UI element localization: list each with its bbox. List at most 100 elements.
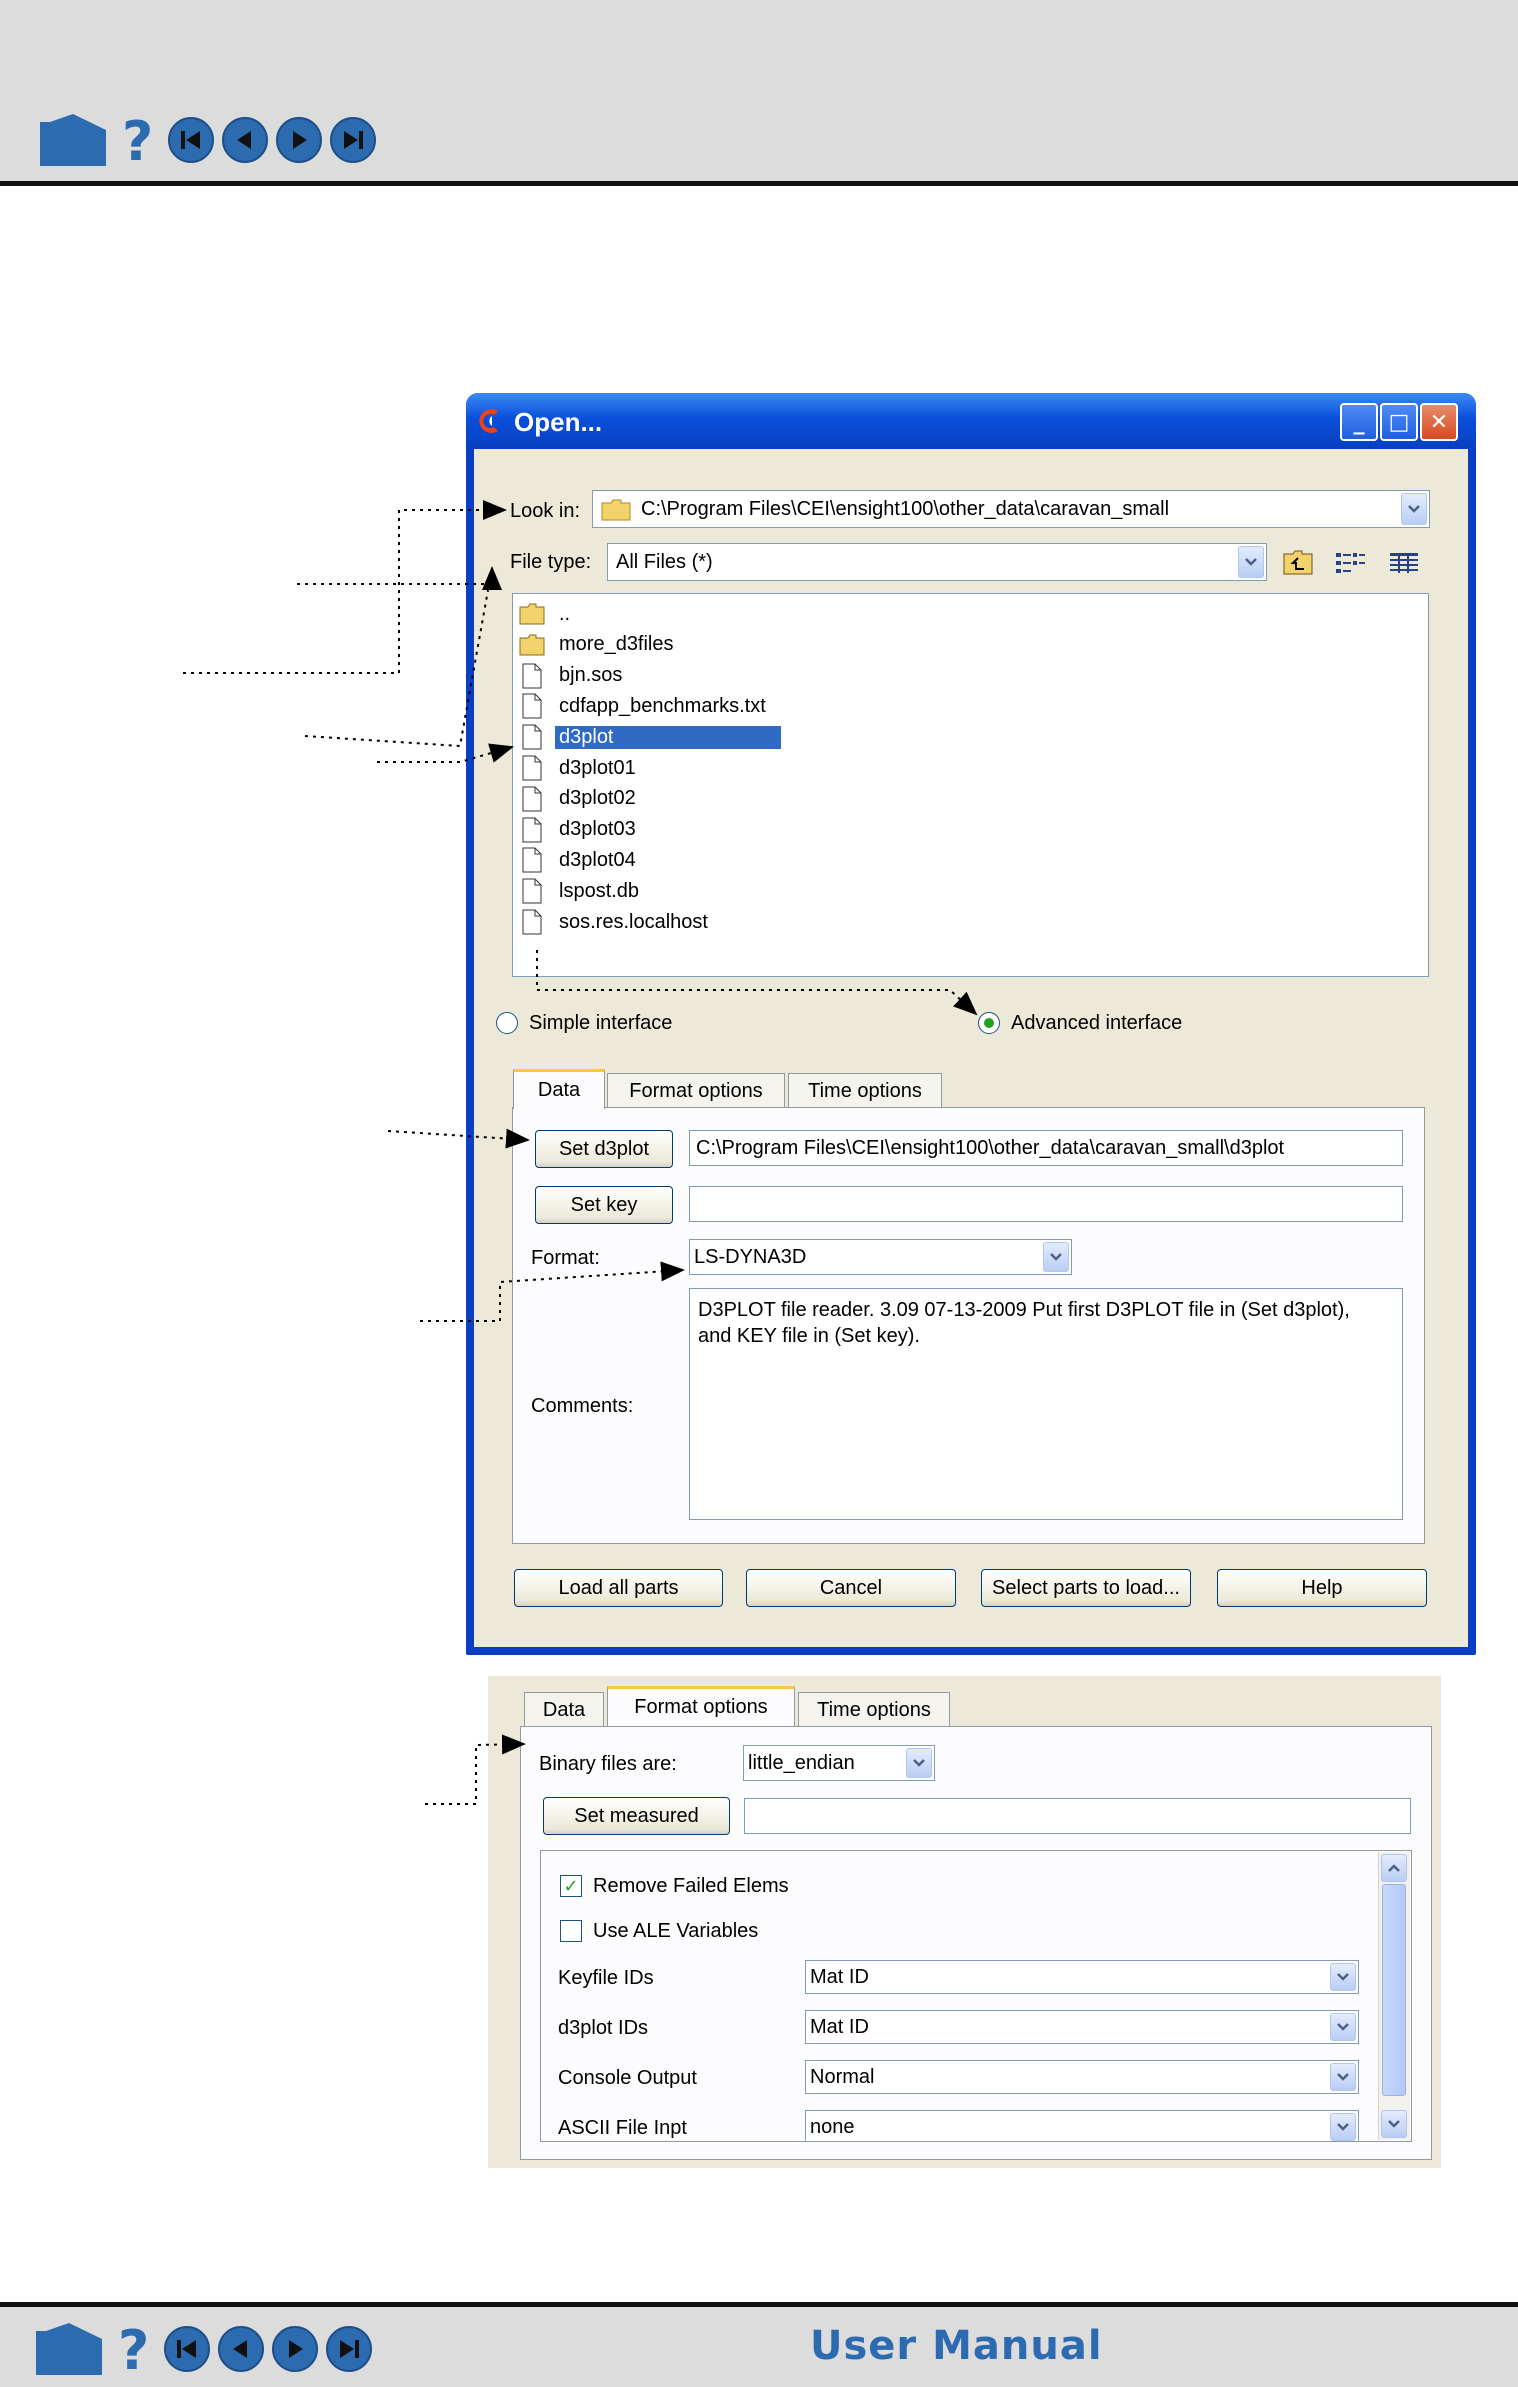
folder-icon bbox=[601, 499, 631, 521]
file-name: more_d3files bbox=[559, 633, 674, 656]
ascii-file-input-combo[interactable]: none bbox=[805, 2110, 1359, 2141]
file-list-item[interactable]: sos.res.localhost bbox=[519, 908, 712, 936]
list-view-icon[interactable] bbox=[1334, 550, 1366, 576]
cancel-button[interactable]: Cancel bbox=[746, 1569, 956, 1607]
d3plot-ids-combo[interactable]: Mat ID bbox=[805, 2010, 1359, 2044]
chevron-down-icon[interactable] bbox=[1401, 493, 1427, 525]
file-type-combo[interactable]: All Files (*) bbox=[607, 543, 1267, 581]
use-ale-variables-label[interactable]: Use ALE Variables bbox=[593, 1920, 758, 1943]
select-parts-button[interactable]: Select parts to load... bbox=[981, 1569, 1191, 1607]
set-measured-button[interactable]: Set measured bbox=[543, 1797, 730, 1835]
tab-data[interactable]: Data bbox=[513, 1069, 605, 1109]
scroll-thumb[interactable] bbox=[1382, 1884, 1406, 2096]
simple-interface-label[interactable]: Simple interface bbox=[529, 1012, 672, 1035]
help-icon[interactable]: ? bbox=[112, 2321, 156, 2377]
home-icon[interactable] bbox=[34, 2321, 104, 2377]
tab-format-options[interactable]: Format options bbox=[607, 1073, 785, 1109]
comments-line: D3PLOT file reader. 3.09 07-13-2009 Put … bbox=[698, 1299, 1350, 1321]
bottom-nav-bar: ? User Manual bbox=[0, 2302, 1518, 2387]
home-icon[interactable] bbox=[38, 112, 108, 168]
chevron-down-icon[interactable] bbox=[1330, 2013, 1356, 2041]
file-name: d3plot04 bbox=[559, 848, 636, 871]
load-all-parts-button[interactable]: Load all parts bbox=[514, 1569, 723, 1607]
file-name: bjn.sos bbox=[559, 664, 623, 687]
remove-failed-elems-checkbox[interactable]: ✓ bbox=[560, 1875, 582, 1897]
next-page-icon[interactable] bbox=[276, 117, 322, 163]
comments-label: Comments: bbox=[531, 1395, 634, 1417]
binary-files-value: little_endian bbox=[748, 1751, 855, 1774]
tab-time-options[interactable]: Time options bbox=[798, 1692, 950, 1728]
maximize-icon: □ bbox=[1388, 409, 1410, 435]
file-icon bbox=[519, 909, 545, 935]
vertical-scrollbar[interactable] bbox=[1378, 1852, 1410, 2140]
ascii-file-input-value: none bbox=[810, 2115, 855, 2138]
file-list[interactable]: .. more_d3files bjn.sos cdfapp_benchmarks.t… bbox=[512, 593, 1429, 977]
file-list-item[interactable]: d3plot bbox=[519, 723, 781, 751]
set-key-button[interactable]: Set key bbox=[535, 1186, 673, 1224]
file-list-item[interactable]: .. bbox=[519, 600, 574, 628]
use-ale-variables-checkbox[interactable] bbox=[560, 1920, 582, 1942]
set-d3plot-button[interactable]: Set d3plot bbox=[535, 1130, 673, 1168]
scroll-up-icon[interactable] bbox=[1381, 1854, 1407, 1882]
file-icon bbox=[519, 847, 545, 873]
chevron-down-icon[interactable] bbox=[1330, 1963, 1356, 1991]
user-manual-label: User Manual bbox=[810, 2323, 1103, 2369]
maximize-button[interactable]: □ bbox=[1380, 403, 1418, 441]
comments-textarea[interactable]: D3PLOT file reader. 3.09 07-13-2009 Put … bbox=[689, 1288, 1403, 1520]
previous-page-icon[interactable] bbox=[222, 117, 268, 163]
help-button[interactable]: Help bbox=[1217, 1569, 1427, 1607]
binary-files-combo[interactable]: little_endian bbox=[743, 1745, 935, 1781]
dialog-title-bar: Open... _ □ ✕ bbox=[466, 393, 1476, 449]
tab-data[interactable]: Data bbox=[524, 1692, 604, 1728]
file-name: d3plot03 bbox=[559, 818, 636, 841]
d3plot-ids-value: Mat ID bbox=[810, 2015, 869, 2038]
scroll-down-icon[interactable] bbox=[1381, 2110, 1407, 2138]
remove-failed-elems-label[interactable]: Remove Failed Elems bbox=[593, 1875, 789, 1898]
chevron-down-icon[interactable] bbox=[1330, 2063, 1356, 2091]
d3plot-ids-label: d3plot IDs bbox=[558, 2017, 649, 2039]
format-combo[interactable]: LS-DYNA3D bbox=[689, 1239, 1072, 1275]
file-list-item[interactable]: bjn.sos bbox=[519, 662, 626, 690]
first-page-icon[interactable] bbox=[164, 2326, 210, 2372]
dialog-title: Open... bbox=[514, 407, 603, 437]
chevron-down-icon[interactable] bbox=[1238, 546, 1264, 578]
d3plot-path-field[interactable]: C:\Program Files\CEI\ensight100\other_da… bbox=[689, 1130, 1403, 1166]
key-path-field[interactable] bbox=[689, 1186, 1403, 1222]
file-icon bbox=[519, 724, 545, 750]
measured-path-field[interactable] bbox=[744, 1798, 1411, 1834]
chevron-down-icon[interactable] bbox=[1043, 1242, 1069, 1272]
file-name: cdfapp_benchmarks.txt bbox=[559, 694, 766, 717]
file-list-item[interactable]: lspost.db bbox=[519, 877, 643, 905]
file-list-item[interactable]: cdfapp_benchmarks.txt bbox=[519, 692, 770, 720]
tab-format-options[interactable]: Format options bbox=[607, 1686, 795, 1726]
look-in-combo[interactable]: C:\Program Files\CEI\ensight100\other_da… bbox=[592, 490, 1430, 528]
console-output-combo[interactable]: Normal bbox=[805, 2060, 1359, 2094]
close-button[interactable]: ✕ bbox=[1420, 403, 1458, 441]
chevron-down-icon[interactable] bbox=[1330, 2113, 1356, 2141]
file-list-item[interactable]: d3plot01 bbox=[519, 754, 640, 782]
advanced-interface-label[interactable]: Advanced interface bbox=[1011, 1012, 1182, 1035]
simple-interface-radio[interactable] bbox=[496, 1012, 518, 1034]
previous-page-icon[interactable] bbox=[218, 2326, 264, 2372]
help-icon[interactable]: ? bbox=[116, 112, 160, 168]
chevron-down-icon[interactable] bbox=[906, 1748, 932, 1778]
next-page-icon[interactable] bbox=[272, 2326, 318, 2372]
file-list-item[interactable]: more_d3files bbox=[519, 631, 678, 659]
first-page-icon[interactable] bbox=[168, 117, 214, 163]
file-icon bbox=[519, 755, 545, 781]
file-list-item[interactable]: d3plot02 bbox=[519, 785, 640, 813]
file-list-item[interactable]: d3plot04 bbox=[519, 846, 640, 874]
ascii-file-input-label: ASCII File Inpt bbox=[558, 2117, 687, 2139]
file-list-item[interactable]: d3plot03 bbox=[519, 816, 640, 844]
file-icon bbox=[519, 786, 545, 812]
tab-time-options[interactable]: Time options bbox=[788, 1073, 942, 1109]
file-icon bbox=[519, 693, 545, 719]
up-folder-icon[interactable] bbox=[1282, 548, 1314, 576]
file-name: d3plot01 bbox=[559, 756, 636, 779]
details-view-icon[interactable] bbox=[1388, 550, 1420, 576]
minimize-button[interactable]: _ bbox=[1340, 403, 1378, 441]
last-page-icon[interactable] bbox=[330, 117, 376, 163]
advanced-interface-radio[interactable] bbox=[978, 1012, 1000, 1034]
last-page-icon[interactable] bbox=[326, 2326, 372, 2372]
keyfile-ids-combo[interactable]: Mat ID bbox=[805, 1960, 1359, 1994]
